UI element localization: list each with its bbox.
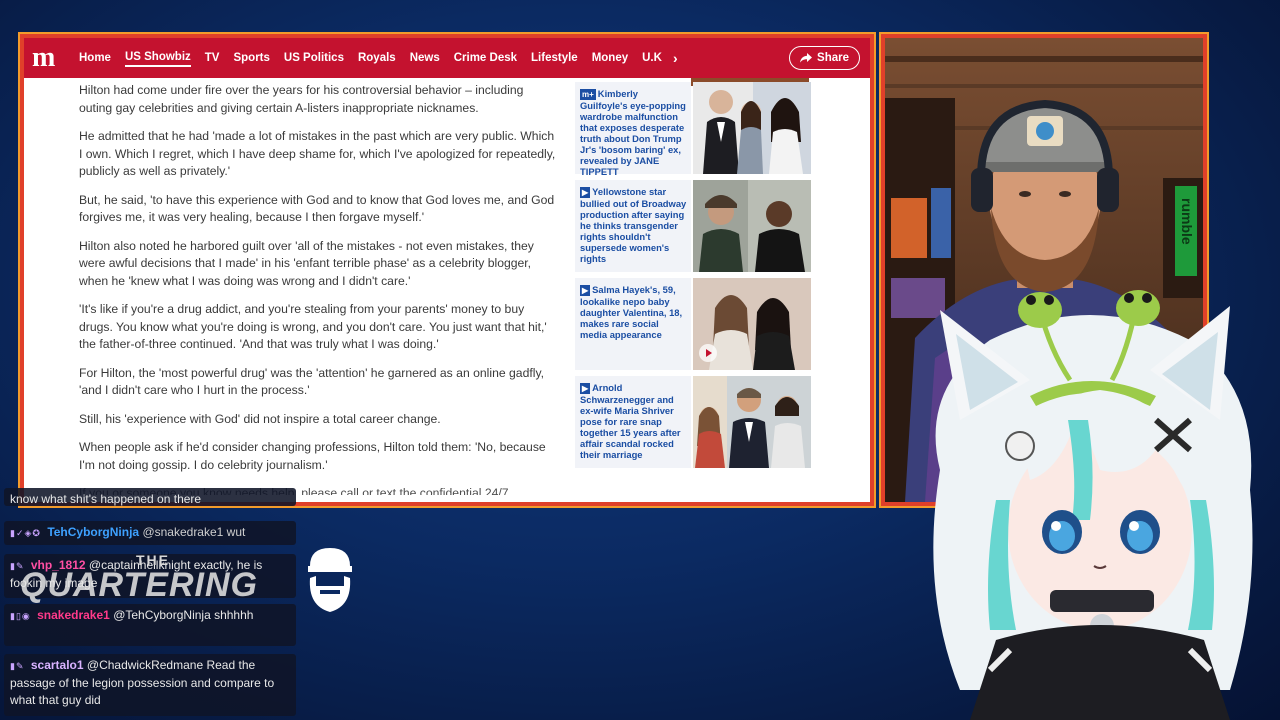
nav-us-showbiz[interactable]: US Showbiz [124, 49, 191, 67]
article-paragraph: He admitted that he had 'made a lot of m… [79, 129, 556, 178]
story-photo-couple [693, 82, 811, 174]
nav-crime-desk[interactable]: Crime Desk [454, 50, 517, 66]
related-story-text[interactable]: ▶ Yellowstone star bullied out of Broadwa… [575, 180, 691, 272]
article-paragraph: But, he said, 'to have this experience w… [79, 192, 555, 225]
play-video-icon[interactable] [699, 344, 717, 362]
nav-more-chevron-icon[interactable]: › [673, 50, 678, 66]
related-story-text[interactable]: ▶ Arnold Schwarzenegger and ex-wife Maria… [575, 376, 691, 468]
nav-home[interactable]: Home [79, 50, 111, 66]
chat-badge-icons: ▮▯◉ [10, 611, 31, 621]
related-story-text[interactable]: m+ Kimberly Guilfoyle's eye-popping wardr… [575, 82, 691, 177]
related-story[interactable]: ▶ Arnold Schwarzenegger and ex-wife Maria… [575, 376, 811, 468]
related-story[interactable]: ▶ Salma Hayek's, 59, lookalike nepo baby … [575, 278, 811, 370]
chat-message: ▮✎ scartalo1 @ChadwickRedmane Read the p… [4, 654, 296, 716]
chat-username[interactable]: TehCyborgNinja [47, 525, 139, 539]
nav-royals[interactable]: Royals [358, 50, 396, 66]
nav-news[interactable]: News [410, 50, 440, 66]
nav-tv[interactable]: TV [205, 50, 220, 66]
chat-badge-icons: ▮✓◈✪ [10, 528, 41, 538]
related-story-headline[interactable]: Kimberly Guilfoyle's eye-popping wardrob… [580, 88, 686, 177]
chat-username[interactable]: snakedrake1 [37, 608, 110, 622]
article-paragraph: Still, his 'experience with God' did not… [79, 411, 441, 426]
story-photo-family [693, 376, 811, 468]
related-story-headline[interactable]: Yellowstone star bullied out of Broadway… [580, 186, 686, 264]
vtuber-avatar [933, 290, 1253, 720]
related-story-image[interactable] [693, 82, 811, 174]
chat-badge-icons: ▮✎ [10, 661, 25, 671]
article-paragraph: Hilton also noted he harbored guilt over… [79, 238, 534, 288]
chat-message-text: @TehCyborgNinja shhhhh [113, 608, 254, 622]
share-arrow-icon [800, 53, 813, 63]
share-button[interactable]: Share [789, 46, 860, 70]
related-story-headline[interactable]: Arnold Schwarzenegger and ex-wife Maria … [580, 382, 681, 460]
chat-message-text: @snakedrake1 wut [142, 525, 246, 539]
chat-message: ▮✓◈✪ TehCyborgNinja @snakedrake1 wut [4, 521, 296, 545]
related-story-image[interactable] [693, 376, 811, 468]
related-story-headline[interactable]: Salma Hayek's, 59, lookalike nepo baby d… [580, 284, 682, 340]
bearded-head-logo-icon [308, 548, 352, 612]
related-story[interactable]: m+ Kimberly Guilfoyle's eye-popping wardr… [575, 82, 811, 177]
nav-lifestyle[interactable]: Lifestyle [531, 50, 578, 66]
video-badge: ▶ [580, 285, 591, 296]
site-navbar: m Home US Showbiz TV Sports US Politics … [24, 38, 870, 78]
article-paragraph: For Hilton, the 'most powerful drug' was… [79, 365, 545, 398]
nav-sports[interactable]: Sports [233, 50, 269, 66]
browser-window: m Home US Showbiz TV Sports US Politics … [18, 32, 876, 508]
nav-money[interactable]: Money [592, 50, 628, 66]
article-paragraph: Hilton had come under fire over the year… [79, 83, 524, 115]
channel-logo-word: QUARTERING [20, 566, 258, 604]
article-paragraph: 'It's like if you're a drug addict, and … [79, 302, 547, 351]
premium-badge: m+ [580, 89, 596, 100]
chat-username[interactable]: scartalo1 [31, 658, 84, 672]
related-story-image[interactable] [693, 180, 811, 272]
chat-message: ▮▯◉ snakedrake1 @TehCyborgNinja shhhhh [4, 604, 296, 646]
nav-us-politics[interactable]: US Politics [284, 50, 344, 66]
article-paragraph: When people ask if he'd consider changin… [79, 440, 546, 472]
site-logo[interactable]: m [32, 44, 58, 72]
video-badge: ▶ [580, 383, 591, 394]
video-badge: ▶ [580, 187, 591, 198]
share-label: Share [817, 52, 849, 64]
nav-uk[interactable]: U.K [642, 50, 662, 66]
chat-message-cut: know what shit's happened on there [4, 488, 296, 506]
article-body: Hilton had come under fire over the year… [79, 82, 559, 502]
related-story-text[interactable]: ▶ Salma Hayek's, 59, lookalike nepo baby … [575, 278, 691, 370]
channel-logo: THE QUARTERING [18, 552, 288, 607]
related-story[interactable]: ▶ Yellowstone star bullied out of Broadwa… [575, 180, 811, 272]
related-stories-sidebar: m+ Kimberly Guilfoyle's eye-popping wardr… [575, 82, 811, 474]
chat-message-text: know what shit's happened on there [10, 492, 202, 506]
story-photo-two-men [693, 180, 811, 272]
rumble-sign: rumble [1179, 198, 1195, 245]
related-story-image[interactable] [693, 278, 811, 370]
